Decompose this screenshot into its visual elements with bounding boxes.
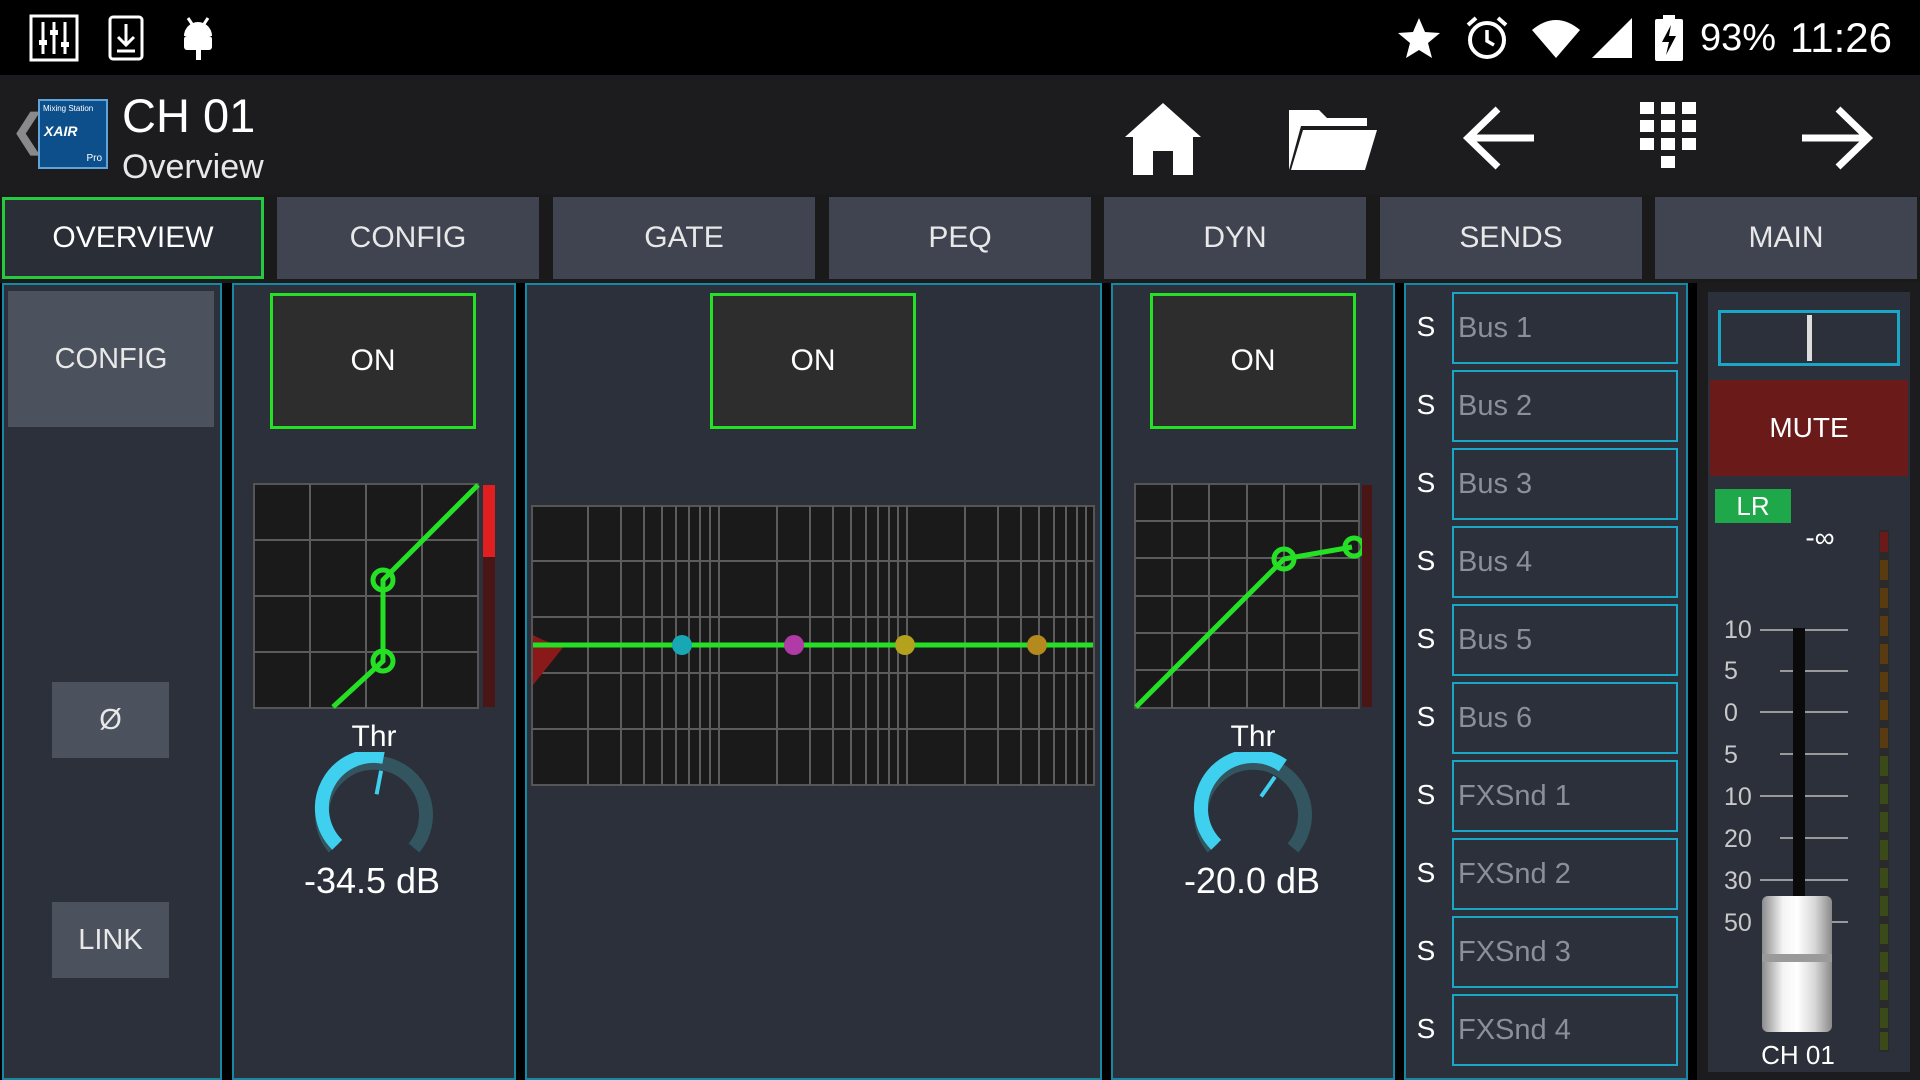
tab-peq[interactable]: PEQ	[829, 197, 1091, 279]
send-fxsnd-4[interactable]: FXSnd 4	[1452, 994, 1678, 1066]
gate-on-button[interactable]: ON	[270, 293, 476, 429]
send-bus-3[interactable]: Bus 3	[1452, 448, 1678, 520]
wifi-icon	[1530, 14, 1582, 62]
gate-threshold-knob[interactable]	[312, 752, 436, 860]
tab-config[interactable]: CONFIG	[277, 197, 539, 279]
send-fxsnd-3[interactable]: FXSnd 3	[1452, 916, 1678, 988]
tab-dyn[interactable]: DYN	[1104, 197, 1366, 279]
peq-band-1-handle[interactable]	[672, 635, 692, 655]
peq-band-3-handle[interactable]	[895, 635, 915, 655]
peq-on-button[interactable]: ON	[710, 293, 916, 429]
send-bus-1[interactable]: Bus 1	[1452, 292, 1678, 364]
config-button[interactable]: CONFIG	[8, 291, 214, 427]
solo-button[interactable]: S	[1411, 935, 1441, 967]
page-title: CH 01	[122, 89, 256, 142]
home-icon	[1125, 103, 1201, 175]
solo-button[interactable]: S	[1411, 1013, 1441, 1045]
dyn-threshold-value: -20.0 dB	[1183, 860, 1321, 901]
clock: 11:26	[1790, 14, 1892, 61]
solo-button[interactable]: S	[1411, 779, 1441, 811]
alarm-icon	[1462, 14, 1512, 62]
tab-main[interactable]: MAIN	[1655, 197, 1917, 279]
send-fxsnd-1[interactable]: FXSnd 1	[1452, 760, 1678, 832]
peq-band-4-handle[interactable]	[1027, 635, 1047, 655]
folder-icon	[1289, 110, 1377, 170]
download-icon	[104, 14, 148, 62]
dyn-threshold-knob[interactable]	[1191, 752, 1315, 860]
send-bus-5[interactable]: Bus 5	[1452, 604, 1678, 676]
gate-threshold-label: Thr	[351, 720, 397, 753]
solo-button[interactable]: S	[1411, 701, 1441, 733]
lr-assign-button[interactable]: LR	[1715, 489, 1791, 523]
dyn-on-button[interactable]: ON	[1150, 293, 1356, 429]
app-logo-line2: XAIR	[44, 123, 78, 139]
next-channel-button[interactable]	[1786, 90, 1886, 186]
gate-graph[interactable]	[253, 483, 499, 709]
link-button[interactable]: LINK	[52, 902, 169, 978]
send-fxsnd-2[interactable]: FXSnd 2	[1452, 838, 1678, 910]
send-bus-6[interactable]: Bus 6	[1452, 682, 1678, 754]
mixer-icon	[26, 14, 82, 62]
tab-sends[interactable]: SENDS	[1380, 197, 1642, 279]
pan-slider[interactable]	[1718, 310, 1900, 366]
app-logo: Mixing Station XAIR Pro	[38, 99, 108, 169]
send-bus-4[interactable]: Bus 4	[1452, 526, 1678, 598]
folder-button[interactable]	[1283, 90, 1383, 186]
dyn-threshold-label: Thr	[1230, 720, 1276, 753]
solo-button[interactable]: S	[1411, 467, 1441, 499]
solo-button[interactable]: S	[1411, 545, 1441, 577]
tab-overview[interactable]: OVERVIEW	[2, 197, 264, 279]
page-subtitle: Overview	[122, 148, 264, 186]
dyn-graph[interactable]	[1134, 483, 1376, 709]
solo-button[interactable]: S	[1411, 389, 1441, 421]
app-logo-line3: Pro	[86, 153, 102, 164]
battery-charging-icon	[1652, 14, 1686, 62]
home-button[interactable]	[1113, 90, 1213, 186]
arrow-right-icon	[1802, 106, 1874, 170]
gate-threshold-value: -34.5 dB	[303, 860, 441, 901]
peq-band-2-handle[interactable]	[784, 635, 804, 655]
channel-name: CH 01	[1761, 1040, 1835, 1070]
phase-invert-button[interactable]: Ø	[52, 682, 169, 758]
previous-channel-button[interactable]	[1450, 90, 1550, 186]
mute-button[interactable]: MUTE	[1710, 380, 1908, 476]
signal-icon	[1590, 14, 1634, 62]
channel-grid-button[interactable]	[1618, 90, 1718, 186]
grid-icon	[1640, 102, 1696, 168]
solo-button[interactable]: S	[1411, 311, 1441, 343]
fader-handle[interactable]	[1762, 896, 1832, 1032]
tab-gate[interactable]: GATE	[553, 197, 815, 279]
app-logo-line1: Mixing Station	[43, 104, 94, 113]
android-debug-icon	[176, 14, 220, 62]
peq-graph[interactable]	[531, 505, 1095, 786]
solo-button[interactable]: S	[1411, 857, 1441, 889]
star-icon	[1394, 14, 1444, 62]
fader-handle-groove	[1762, 954, 1832, 962]
pan-slider-handle[interactable]	[1807, 315, 1812, 361]
send-bus-2[interactable]: Bus 2	[1452, 370, 1678, 442]
battery-percent: 93%	[1700, 17, 1777, 59]
solo-button[interactable]: S	[1411, 623, 1441, 655]
arrow-left-icon	[1462, 106, 1534, 170]
